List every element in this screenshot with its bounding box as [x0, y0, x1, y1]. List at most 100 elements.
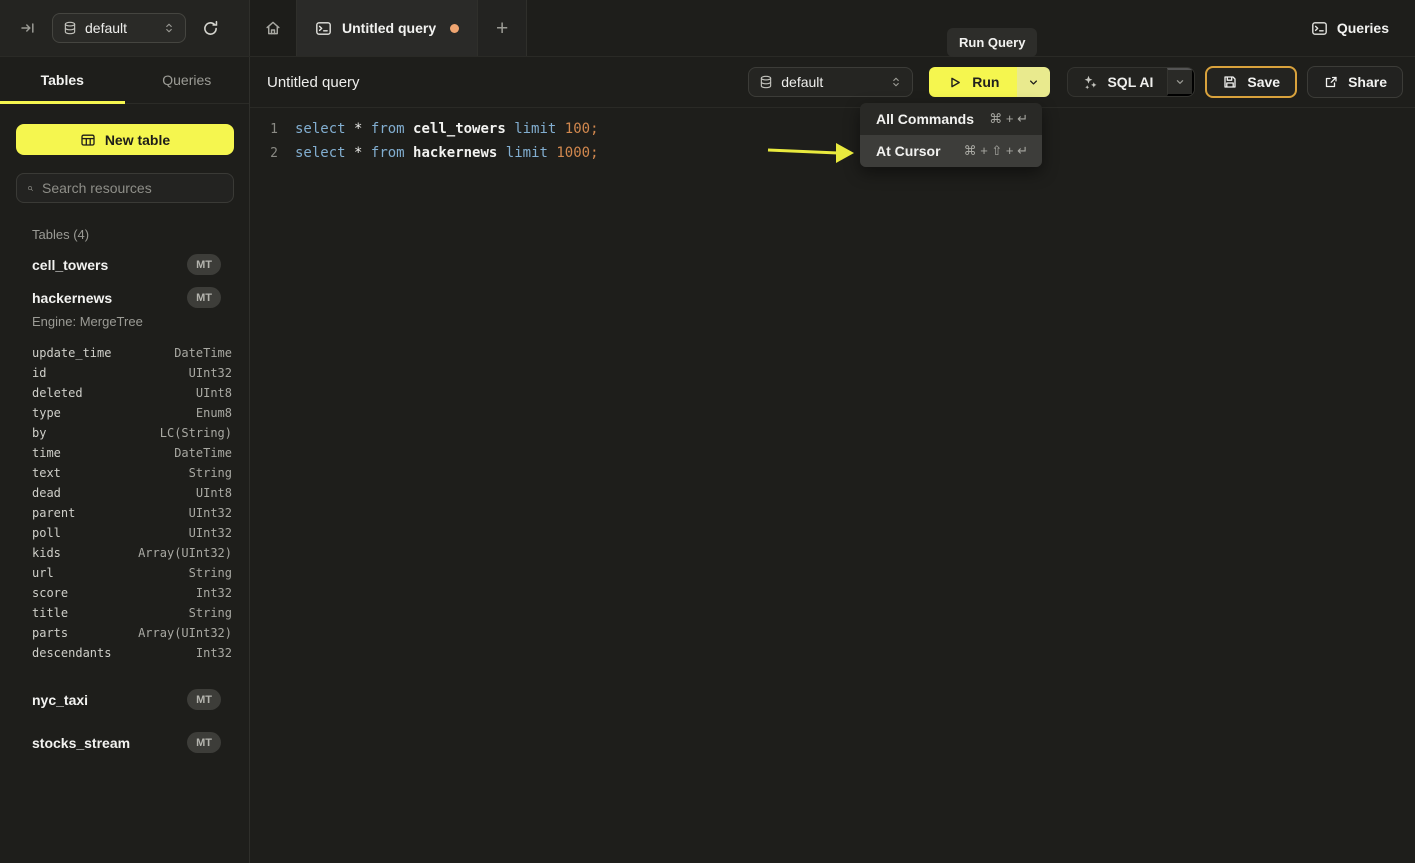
save-floppy-icon [1222, 74, 1238, 90]
column-row: type Enum8 [0, 403, 249, 423]
column-type: UInt8 [196, 386, 232, 400]
sql-ai-options-button[interactable] [1167, 68, 1194, 96]
table-grid-icon [80, 132, 96, 148]
line-number: 2 [250, 146, 278, 161]
chevron-updown-icon [890, 75, 902, 89]
column-name: descendants [32, 646, 111, 660]
menu-item-all-commands[interactable]: All Commands ⌘ + ↵ [860, 103, 1042, 135]
new-tab-button[interactable]: + [478, 0, 527, 56]
sql-ai-button[interactable]: SQL AI [1068, 74, 1167, 90]
column-name: parts [32, 626, 68, 640]
sidebar-collapse-icon [20, 20, 36, 36]
column-type: Array(UInt32) [138, 546, 232, 560]
column-name: url [32, 566, 54, 580]
column-row: descendants Int32 [0, 643, 249, 663]
table-row[interactable]: nyc_taxiMT [0, 683, 249, 716]
save-button[interactable]: Save [1205, 66, 1297, 98]
sql-editor[interactable]: 1 select * from cell_towers limit 100; 2 se… [250, 108, 1415, 863]
column-type: UInt32 [189, 526, 232, 540]
table-name: cell_towers [32, 257, 108, 273]
share-icon [1323, 74, 1339, 90]
table-name: hackernews [32, 290, 112, 306]
database-icon [63, 21, 77, 35]
run-button[interactable]: Run [929, 67, 1017, 97]
column-row: byLC(String) [0, 423, 249, 443]
chevron-down-icon [1027, 76, 1040, 89]
search-input[interactable] [42, 180, 223, 196]
run-query-tooltip-label: Run Query [959, 35, 1025, 50]
menu-item-label: All Commands [876, 111, 974, 127]
refresh-button[interactable] [198, 16, 223, 41]
home-button[interactable] [250, 0, 297, 56]
column-name: poll [32, 526, 61, 540]
column-row: textString [0, 463, 249, 483]
sql-ai-button-group: SQL AI [1067, 67, 1195, 97]
line-number: 1 [250, 122, 278, 137]
column-name: title [32, 606, 68, 620]
column-name: deleted [32, 386, 83, 400]
tab-bar: Untitled query + Queries [250, 0, 1415, 56]
column-type: Int32 [196, 646, 232, 660]
terminal-icon [315, 20, 332, 37]
terminal-icon [1311, 20, 1328, 37]
column-type: DateTime [174, 446, 232, 460]
annotation-arrow [758, 139, 858, 167]
menu-item-shortcut: ⌘ + ↵ [989, 111, 1028, 127]
column-row: parentUInt32 [0, 503, 249, 523]
column-name: type [32, 406, 61, 420]
columns-list: update_time DateTime id UInt32 deleted UInt8 t… [0, 337, 249, 673]
column-name: time [32, 446, 61, 460]
sparkles-icon [1082, 74, 1098, 90]
query-toolbar: Untitled query default Run [250, 57, 1415, 108]
search-box[interactable] [16, 173, 234, 203]
tables-section-label: Tables (4) [0, 223, 249, 248]
refresh-icon [202, 20, 219, 37]
queries-button[interactable]: Queries [1285, 0, 1415, 56]
table-row[interactable]: cell_towers MT [0, 248, 249, 281]
save-button-label: Save [1247, 74, 1280, 90]
tab-label: Untitled query [342, 20, 436, 36]
sidebar-tab-queries[interactable]: Queries [125, 57, 250, 103]
column-name: id [32, 366, 46, 380]
collapse-sidebar-button[interactable] [16, 16, 40, 40]
query-title: Untitled query [267, 74, 360, 91]
tab-bar-spacer [527, 0, 1285, 56]
column-type: Enum8 [196, 406, 232, 420]
run-query-tooltip: Run Query [947, 28, 1037, 57]
engine-label: Engine: MergeTree [0, 314, 249, 337]
menu-item-at-cursor[interactable]: At Cursor⌘ + ⇧ + ↵ [860, 135, 1042, 167]
sidebar-top-bar: default [0, 0, 250, 56]
sql-ai-label: SQL AI [1107, 74, 1153, 90]
new-table-button[interactable]: New table [16, 124, 234, 155]
column-row: titleString [0, 603, 249, 623]
column-name: kids [32, 546, 61, 560]
share-button-label: Share [1348, 74, 1387, 90]
menu-item-shortcut: ⌘ + ⇧ + ↵ [964, 143, 1028, 159]
column-name: text [32, 466, 61, 480]
table-row[interactable]: hackernewsMT [0, 281, 249, 314]
code-text: select * from cell_towers limit 100; [295, 121, 599, 137]
column-row: scoreInt32 [0, 583, 249, 603]
search-icon [27, 181, 34, 196]
run-options-button[interactable] [1017, 67, 1050, 97]
share-button[interactable]: Share [1307, 66, 1403, 98]
main-panel: Untitled query default Run [250, 57, 1415, 863]
column-name: update_time [32, 346, 111, 360]
column-row: urlString [0, 563, 249, 583]
sidebar-tabs: TablesQueries [0, 57, 249, 104]
database-select[interactable]: default [52, 13, 186, 43]
play-icon [947, 75, 962, 90]
toolbar-controls: default Run [748, 66, 1403, 98]
sidebar-tab-tables[interactable]: Tables [0, 57, 125, 103]
column-type: Array(UInt32) [138, 626, 232, 640]
new-table-label: New table [105, 132, 170, 148]
top-bar: default Untitled query + Queries [0, 0, 1415, 57]
column-name: score [32, 586, 68, 600]
code-text: select * from hackernews limit 1000; [295, 145, 599, 161]
engine-badge: MT [187, 254, 221, 275]
column-type: UInt8 [196, 486, 232, 500]
database-select[interactable]: default [748, 67, 913, 97]
run-button-group: Run [929, 67, 1050, 97]
tab-untitled-query[interactable]: Untitled query [297, 0, 478, 56]
table-row[interactable]: stocks_streamMT [0, 726, 249, 759]
